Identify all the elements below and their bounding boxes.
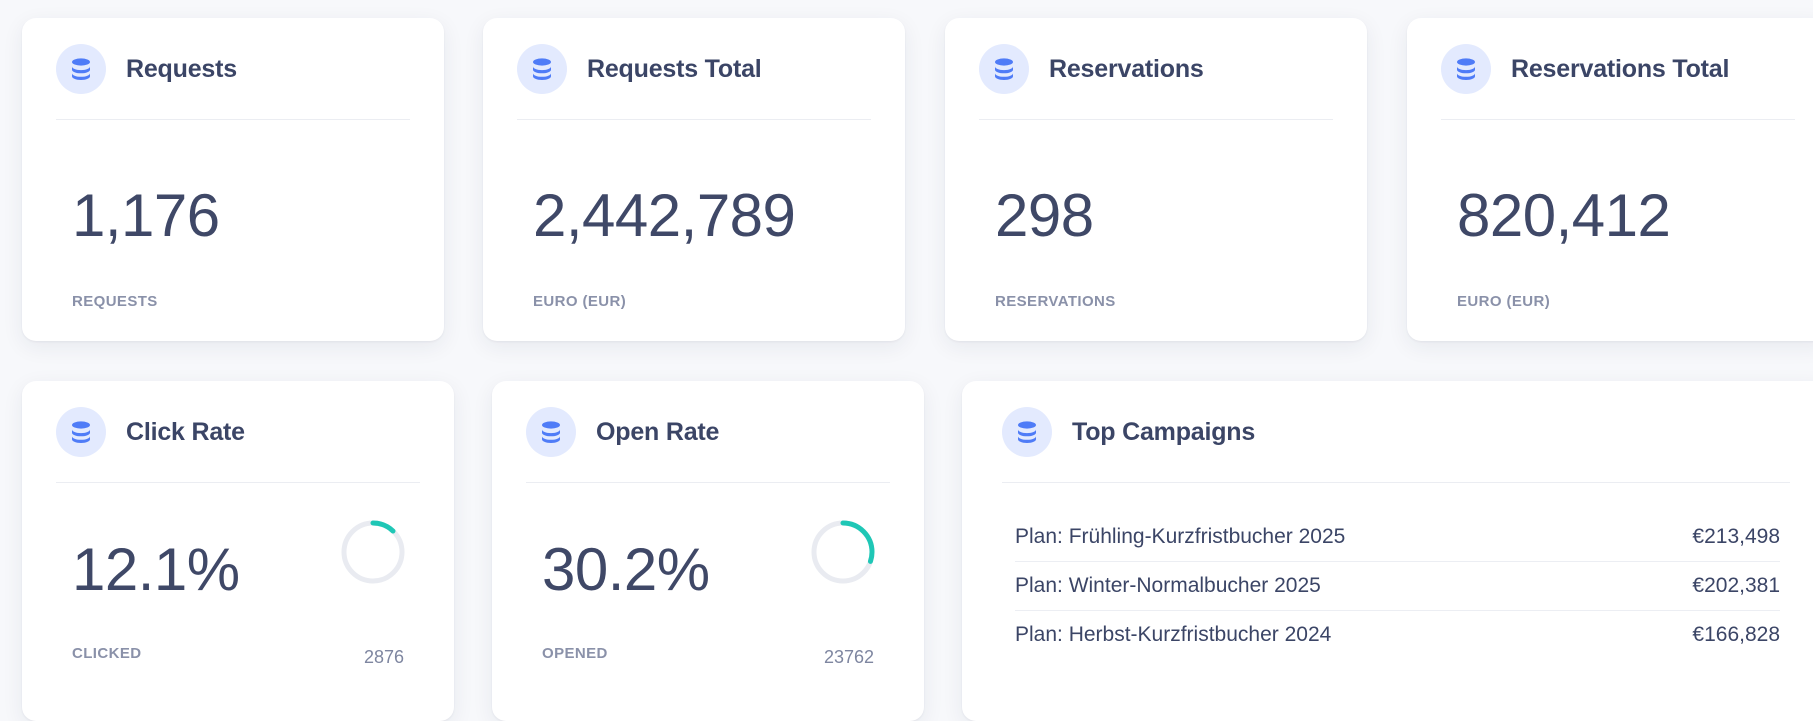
- click-rate-card: Click Rate 12.1% CLICKED 2876: [22, 381, 454, 721]
- database-icon: [979, 44, 1029, 94]
- card-header: Reservations: [979, 44, 1204, 94]
- divider: [56, 119, 410, 120]
- card-subtitle: CLICKED: [72, 645, 142, 662]
- database-icon: [526, 407, 576, 457]
- divider: [979, 119, 1333, 120]
- divider: [1002, 482, 1790, 483]
- database-icon: [517, 44, 567, 94]
- divider: [526, 482, 890, 483]
- card-value: 298: [995, 182, 1094, 249]
- card-header: Requests: [56, 44, 237, 94]
- database-icon: [1441, 44, 1491, 94]
- card-count: 23762: [823, 647, 874, 667]
- campaign-name: Plan: Winter-Normalbucher 2025: [1015, 574, 1321, 597]
- campaign-row[interactable]: Plan: Herbst-Kurzfristbucher 2024 €166,8…: [1015, 611, 1780, 659]
- progress-ring: [811, 520, 875, 584]
- requests-total-card: Requests Total 2,442,789 EURO (EUR): [483, 18, 905, 341]
- top-campaigns-card: Top Campaigns Plan: Frühling-Kurzfristbu…: [962, 381, 1813, 721]
- campaign-name: Plan: Frühling-Kurzfristbucher 2025: [1015, 525, 1346, 548]
- progress-ring: [341, 520, 405, 584]
- card-title: Open Rate: [596, 417, 720, 446]
- card-value: 1,176: [72, 182, 220, 249]
- campaign-list: Plan: Frühling-Kurzfristbucher 2025 €213…: [1015, 513, 1780, 659]
- campaign-row[interactable]: Plan: Winter-Normalbucher 2025 €202,381: [1015, 562, 1780, 611]
- divider: [56, 482, 420, 483]
- card-title: Requests: [126, 54, 237, 83]
- card-title: Reservations Total: [1511, 54, 1730, 83]
- card-header: Top Campaigns: [1002, 407, 1255, 457]
- divider: [517, 119, 871, 120]
- campaign-amount: €213,498: [1692, 525, 1780, 548]
- card-header: Open Rate: [526, 407, 719, 457]
- card-header: Click Rate: [56, 407, 245, 457]
- card-header: Requests Total: [517, 44, 762, 94]
- database-icon: [56, 44, 106, 94]
- database-icon: [56, 407, 106, 457]
- card-title: Top Campaigns: [1072, 417, 1256, 446]
- card-title: Requests Total: [587, 54, 762, 83]
- card-value: 820,412: [1457, 182, 1671, 249]
- card-count: 2876: [363, 647, 404, 667]
- card-subtitle: EURO (EUR): [533, 293, 627, 310]
- card-value: 30.2%: [542, 536, 710, 603]
- card-subtitle: RESERVATIONS: [995, 293, 1116, 310]
- card-subtitle: REQUESTS: [72, 293, 158, 310]
- reservations-card: Reservations 298 RESERVATIONS: [945, 18, 1367, 341]
- open-rate-card: Open Rate 30.2% OPENED 23762: [492, 381, 924, 721]
- campaign-row[interactable]: Plan: Frühling-Kurzfristbucher 2025 €213…: [1015, 513, 1780, 562]
- card-subtitle: OPENED: [542, 645, 608, 662]
- reservations-total-card: Reservations Total 820,412 EURO (EUR): [1407, 18, 1813, 341]
- divider: [1441, 119, 1795, 120]
- card-subtitle: EURO (EUR): [1457, 293, 1551, 310]
- card-title: Reservations: [1049, 54, 1204, 83]
- requests-card: Requests 1,176 REQUESTS: [22, 18, 444, 341]
- campaign-amount: €202,381: [1692, 574, 1780, 597]
- card-title: Click Rate: [126, 417, 245, 446]
- database-icon: [1002, 407, 1052, 457]
- campaign-name: Plan: Herbst-Kurzfristbucher 2024: [1015, 623, 1332, 646]
- card-value: 2,442,789: [533, 182, 796, 249]
- campaign-amount: €166,828: [1692, 623, 1780, 646]
- card-value: 12.1%: [72, 536, 240, 603]
- card-header: Reservations Total: [1441, 44, 1729, 94]
